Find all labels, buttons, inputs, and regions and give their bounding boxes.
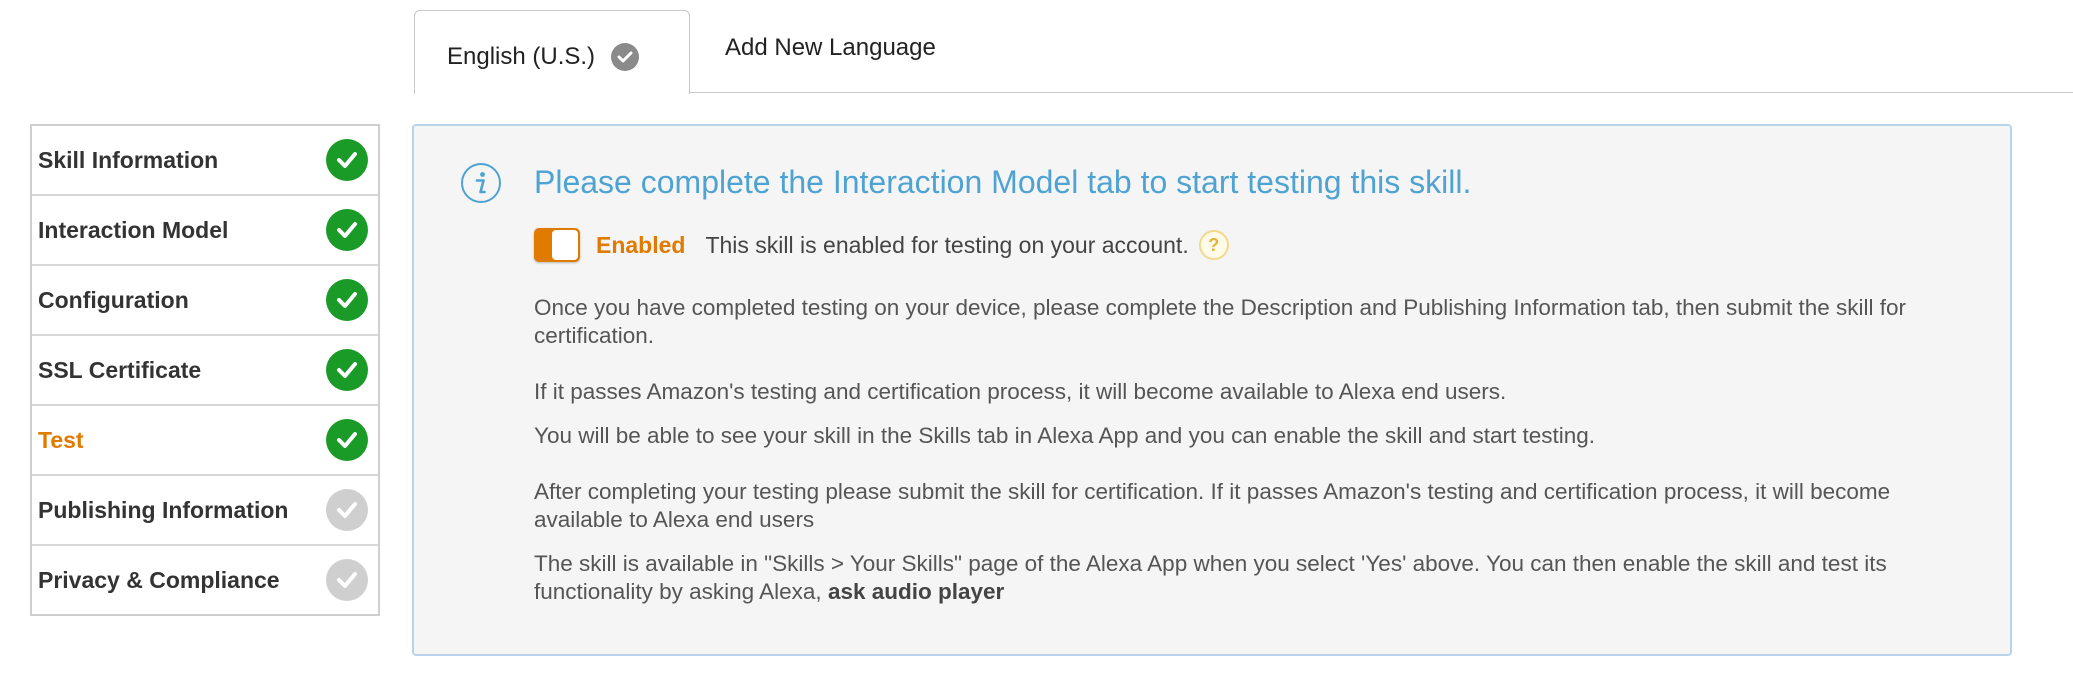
check-circle-icon xyxy=(326,349,368,391)
tab-bar-divider xyxy=(689,92,2073,93)
instruction-paragraph-2: If it passes Amazon's testing and certif… xyxy=(534,379,1507,404)
nav-item-publishing-information[interactable]: Publishing Information xyxy=(32,476,378,546)
tab-add-new-language-label: Add New Language xyxy=(725,34,936,61)
toggle-knob xyxy=(552,230,578,260)
testing-toggle-row: Enabled This skill is enabled for testin… xyxy=(534,222,1229,268)
instruction-paragraph-4: After completing your testing please sub… xyxy=(534,479,1891,532)
check-circle-icon xyxy=(326,419,368,461)
nav-item-label: Test xyxy=(38,426,84,453)
language-tab-bar: English (U.S.) Add New Language xyxy=(0,0,2073,94)
nav-item-configuration[interactable]: Configuration xyxy=(32,266,378,336)
toggle-state-label: Enabled xyxy=(596,231,686,258)
panel-title: Please complete the Interaction Model ta… xyxy=(534,164,1472,200)
test-panel: Please complete the Interaction Model ta… xyxy=(412,124,2012,656)
testing-enabled-toggle[interactable] xyxy=(534,228,580,262)
nav-item-label: Skill Information xyxy=(38,146,219,173)
check-circle-icon xyxy=(326,209,368,251)
question-mark-icon[interactable]: ? xyxy=(1198,230,1229,260)
page: English (U.S.) Add New Language Skill In… xyxy=(0,0,2073,689)
nav-item-label: Privacy & Compliance xyxy=(38,566,280,593)
nav-item-ssl-certificate[interactable]: SSL Certificate xyxy=(32,336,378,406)
check-circle-icon xyxy=(326,489,368,531)
nav-item-label: Publishing Information xyxy=(38,496,289,523)
check-circle-icon xyxy=(611,42,640,71)
skill-sections-nav: Skill Information Interaction Model Conf… xyxy=(30,124,380,616)
nav-item-label: Configuration xyxy=(38,286,189,313)
tab-add-new-language[interactable]: Add New Language xyxy=(725,20,936,76)
info-icon xyxy=(460,162,502,204)
tab-english-us-label: English (U.S.) xyxy=(447,42,596,70)
instruction-paragraph-3: You will be able to see your skill in th… xyxy=(534,423,1596,448)
instruction-paragraph-5: The skill is available in "Skills > Your… xyxy=(534,550,1934,606)
toggle-description: This skill is enabled for testing on you… xyxy=(705,231,1189,258)
tab-english-us[interactable]: English (U.S.) xyxy=(414,10,690,94)
nav-item-skill-information[interactable]: Skill Information xyxy=(32,126,378,196)
check-circle-icon xyxy=(326,279,368,321)
nav-item-privacy-compliance[interactable]: Privacy & Compliance xyxy=(32,546,378,614)
invocation-phrase: ask audio player xyxy=(827,579,1005,604)
nav-item-label: SSL Certificate xyxy=(38,356,202,383)
nav-item-interaction-model[interactable]: Interaction Model xyxy=(32,196,378,266)
instruction-paragraph-5-text: The skill is available in "Skills > Your… xyxy=(534,551,1887,604)
check-circle-icon xyxy=(326,559,368,601)
check-circle-icon xyxy=(326,139,368,181)
nav-item-test[interactable]: Test xyxy=(32,406,378,476)
nav-item-label: Interaction Model xyxy=(38,216,229,243)
instruction-paragraph-1: Once you have completed testing on your … xyxy=(534,295,1907,348)
